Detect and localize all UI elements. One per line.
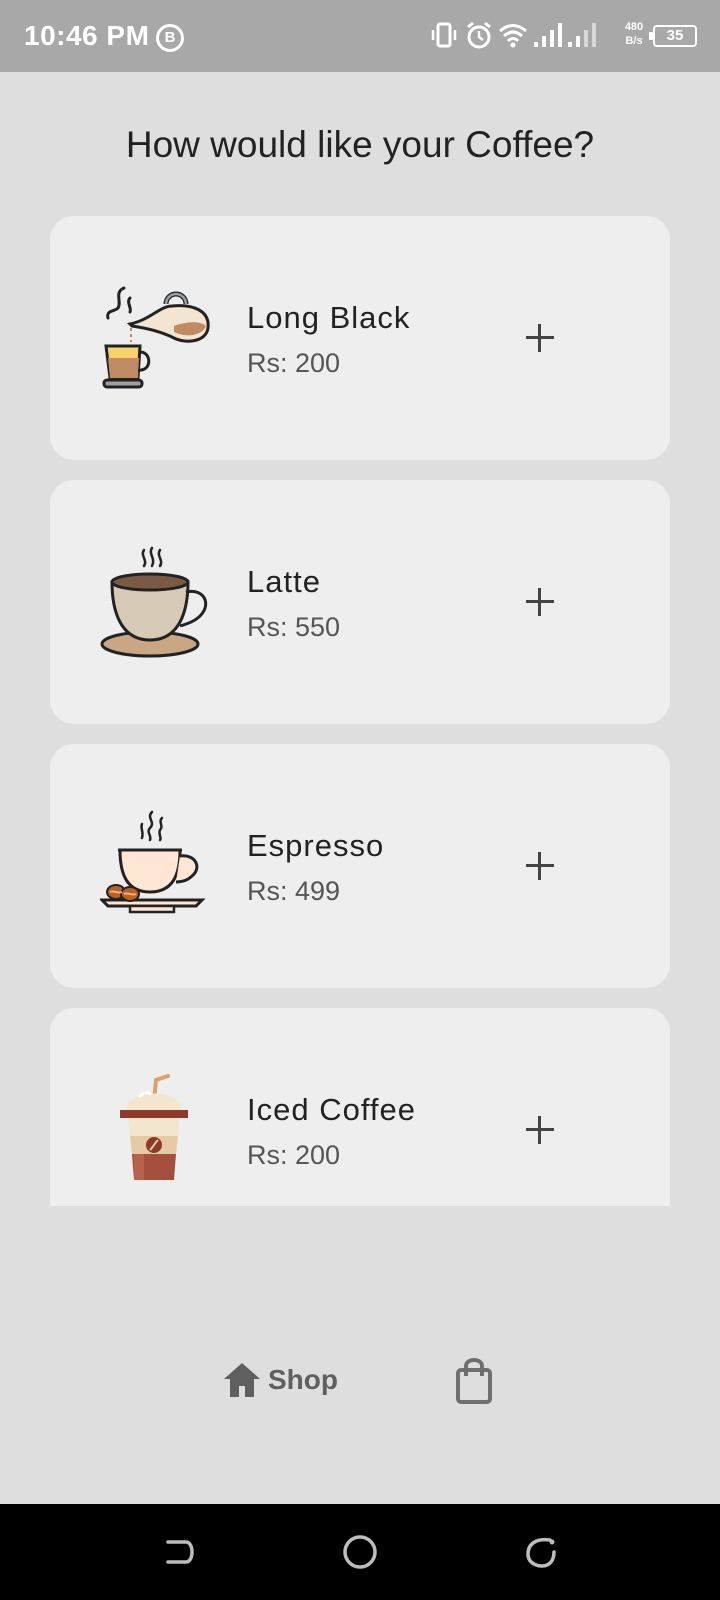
back-icon[interactable] (160, 1532, 200, 1572)
iced-coffee-icon (120, 1074, 188, 1180)
status-time: 10:46 PM (24, 20, 150, 51)
system-nav-bar (0, 1504, 720, 1600)
coffee-price: Rs: 200 (247, 1140, 341, 1170)
coffee-name: Iced Coffee (247, 1092, 416, 1127)
pour-coffee-icon (102, 286, 210, 389)
coffee-card[interactable]: Espresso Rs: 499 (50, 744, 670, 988)
coffee-card[interactable]: Long Black Rs: 200 (50, 216, 670, 460)
coffee-price: Rs: 499 (247, 876, 341, 906)
vibrate-icon (431, 22, 457, 48)
coffee-list[interactable]: Long Black Rs: 200 Latte Rs: 550 Espress… (50, 216, 670, 1206)
home-icon (224, 1363, 260, 1397)
home-circle-icon[interactable] (340, 1532, 380, 1572)
b-badge-icon: B (156, 24, 184, 52)
coffee-card[interactable]: Latte Rs: 550 (50, 480, 670, 724)
latte-cup-icon (100, 546, 208, 658)
battery-icon: 35 (649, 25, 697, 47)
coffee-price: Rs: 200 (247, 348, 341, 378)
espresso-cup-icon (100, 810, 206, 914)
alarm-icon (467, 21, 491, 49)
signal-icon (534, 23, 562, 47)
shopping-bag-icon[interactable] (454, 1356, 498, 1404)
network-speed-value: 480 (624, 21, 644, 33)
add-icon[interactable] (512, 838, 568, 894)
coffee-price: Rs: 550 (247, 612, 341, 642)
recents-icon[interactable] (520, 1532, 560, 1572)
nav-shop-label: Shop (268, 1364, 338, 1395)
network-speed: 480 B/s (619, 20, 649, 48)
status-bar: 10:46 PM B 480 B/s 35 (0, 0, 720, 72)
nav-shop-tab[interactable]: Shop (222, 1358, 338, 1402)
coffee-name: Long Black (247, 300, 411, 335)
signal-icon (568, 23, 596, 47)
coffee-card[interactable]: Iced Coffee Rs: 200 (50, 1008, 670, 1206)
network-speed-unit: B/s (625, 35, 643, 47)
wifi-icon (499, 24, 527, 48)
coffee-name: Latte (247, 564, 321, 599)
add-icon[interactable] (512, 310, 568, 366)
coffee-name: Espresso (247, 828, 385, 863)
bottom-nav: Shop (0, 1320, 720, 1440)
page-title: How would like your Coffee? (125, 124, 595, 165)
add-icon[interactable] (512, 1102, 568, 1158)
add-icon[interactable] (512, 574, 568, 630)
